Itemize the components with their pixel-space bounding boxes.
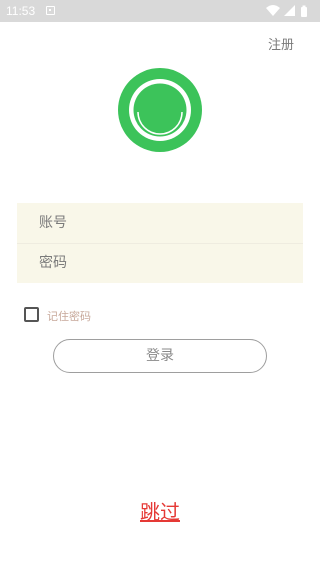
login-form (17, 203, 303, 283)
account-input[interactable] (17, 203, 303, 243)
password-field (17, 243, 303, 283)
status-icons (266, 4, 312, 18)
cell-signal-icon (284, 5, 295, 16)
password-input[interactable] (17, 243, 303, 283)
app-logo (118, 68, 202, 152)
login-button[interactable]: 登录 (53, 339, 267, 373)
register-link[interactable]: 注册 (268, 34, 294, 53)
skip-link[interactable]: 跳过 (140, 500, 180, 524)
account-field (17, 203, 303, 243)
notification-icon (46, 6, 55, 15)
status-bar: 11:53 (0, 0, 320, 22)
battery-icon (301, 5, 307, 17)
skip-row: 跳过 (0, 496, 320, 525)
wifi-icon (266, 5, 280, 16)
status-time: 11:53 (6, 4, 36, 18)
remember-password-checkbox[interactable] (24, 307, 39, 322)
login-screen: 11:53 注册 账号 记住密码 登录 跳过 (0, 0, 320, 569)
remember-password-label[interactable]: 记住密码 (47, 308, 91, 324)
